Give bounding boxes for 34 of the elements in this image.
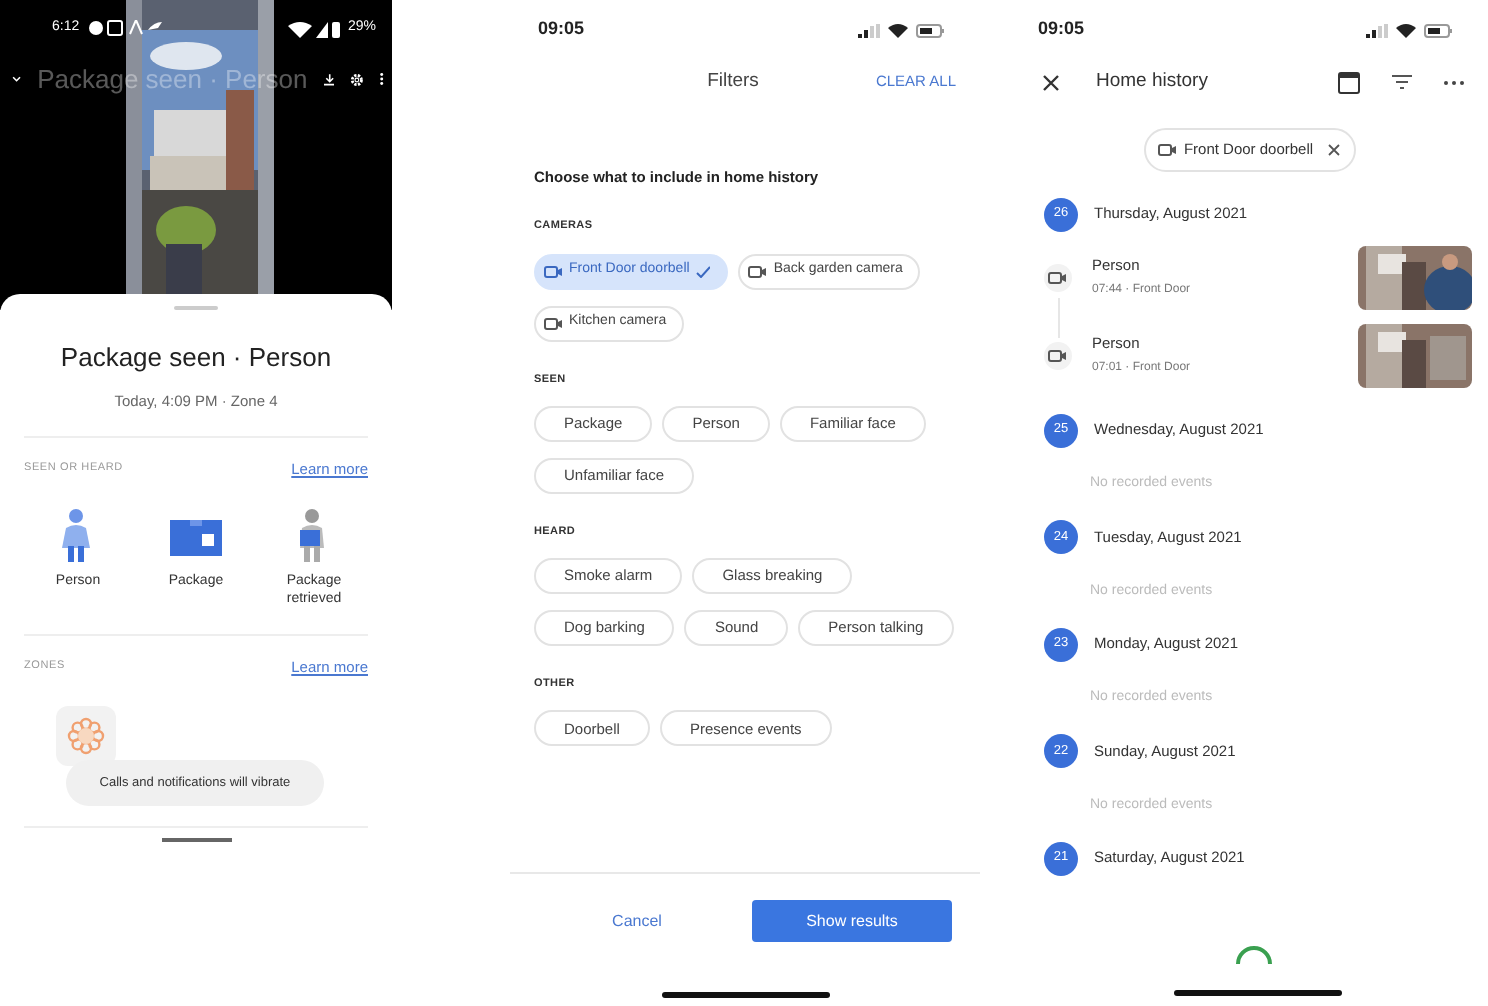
signal-icon [1366, 23, 1388, 37]
sheet-title: Package seen · Person [58, 340, 334, 376]
cancel-button[interactable]: Cancel [550, 907, 724, 935]
remove-icon[interactable] [1327, 144, 1340, 156]
wifi-icon [888, 22, 908, 38]
camera-icon [748, 265, 768, 277]
check-icon [695, 265, 711, 277]
filter-icon[interactable] [1392, 74, 1412, 90]
status-icons [287, 19, 340, 38]
screen-title: Home history [1096, 67, 1210, 96]
more-icon[interactable] [1444, 79, 1464, 85]
wifi-icon [1396, 22, 1416, 38]
chevron-down-icon[interactable] [12, 74, 22, 85]
show-results-button[interactable]: Show results [752, 900, 952, 942]
download-icon[interactable] [323, 69, 335, 90]
status-time: 09:05 [538, 16, 585, 43]
signal-icon [858, 23, 880, 37]
calendar-icon[interactable] [1338, 70, 1360, 94]
status-time: 09:05 [1038, 16, 1085, 43]
camera-icon [544, 265, 563, 277]
battery-icon [1424, 23, 1452, 37]
notification-icons [87, 20, 164, 37]
screen-title: Filters [707, 67, 759, 96]
more-icon[interactable] [380, 68, 385, 91]
zone-tile[interactable] [56, 705, 116, 766]
close-icon[interactable] [1042, 73, 1060, 91]
camera-icon [1048, 271, 1068, 283]
flower-icon [66, 715, 106, 756]
battery-icon [916, 23, 944, 37]
camera-icon [544, 317, 563, 329]
camera-icon [1158, 144, 1178, 156]
camera-icon [1048, 349, 1068, 361]
drag-handle[interactable] [174, 306, 218, 310]
navigation-handle[interactable] [162, 838, 232, 842]
